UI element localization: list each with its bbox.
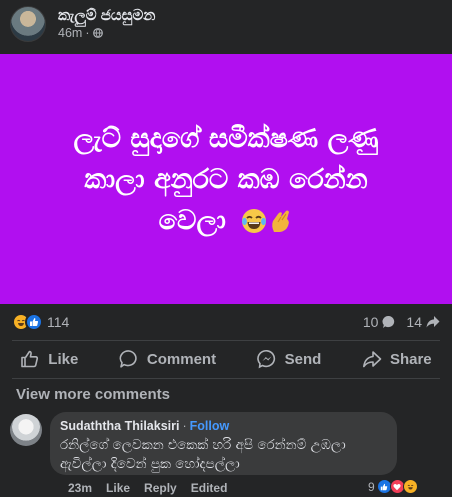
messenger-icon (256, 349, 275, 369)
send-button[interactable]: Send (247, 343, 332, 375)
comment-haha-reaction-icon (402, 479, 418, 494)
comment-button[interactable]: Comment (109, 343, 226, 375)
thumbs-up-icon (21, 350, 39, 368)
post-header: කැලුම් ජයසුමන 46m · (0, 0, 452, 48)
pinched-fingers-emoji-icon (272, 210, 290, 232)
share-icon (362, 351, 382, 368)
commenter-avatar[interactable] (10, 414, 42, 446)
comment-icon (119, 350, 137, 368)
post-time[interactable]: 46m (58, 25, 82, 41)
author-avatar[interactable] (10, 6, 46, 42)
comment-reaction-count: 9 (368, 479, 375, 494)
send-label: Send (284, 350, 322, 368)
share-count-value: 14 (406, 314, 422, 330)
post-image[interactable]: ලැට් සුදාගේ සමීක්ෂණ ලණු කාලා අනුරට කඹ රෙ… (0, 54, 452, 304)
comment-text-line-1: රනිල්ගේ ලෙවකන එකෙක් හරි අපි රෙන්නම් උඹලා (60, 437, 346, 453)
commenter-name[interactable]: Sudaththa Thilaksiri (60, 419, 179, 433)
post-image-line-2: කාලා අනුරට කඹ රෙන්න (84, 163, 368, 195)
comment-edited-label[interactable]: Edited (191, 481, 228, 495)
share-arrow-icon (426, 316, 440, 328)
post-meta: 46m · (58, 25, 155, 41)
comment-reactions[interactable]: 9 (368, 479, 418, 494)
post-actions: Like Comment Send Share (0, 340, 452, 378)
reaction-count: 114 (47, 314, 70, 330)
engagement-counts: 10 14 (363, 314, 440, 330)
share-label: Share (389, 350, 432, 368)
post-stats: 114 10 14 (0, 304, 452, 340)
author-name[interactable]: කැලුම් ජයසුමන (58, 7, 155, 25)
actions-divider (12, 378, 440, 379)
comment-text-line-2: ඇවිල්ලා දිවෙන් පුක හෝදපල්ලා (60, 456, 240, 472)
like-reaction-icon (25, 313, 43, 331)
commenter-separator: · (182, 419, 187, 433)
like-label: Like (48, 350, 79, 368)
post-image-line-3-wrap: වෙලා (159, 200, 294, 241)
reaction-icons (12, 313, 43, 331)
globe-icon (92, 28, 103, 38)
like-button[interactable]: Like (10, 343, 88, 375)
post-image-emojis (241, 208, 293, 234)
post-image-line-1: ලැට් සුදාගේ සමීක්ෂණ ලණු (73, 122, 379, 154)
reaction-summary[interactable]: 114 (12, 313, 69, 331)
follow-link[interactable]: Follow (190, 419, 230, 433)
laughing-tears-emoji-icon (242, 209, 267, 233)
comment-bubble: Sudaththa Thilaksiri · Follow රනිල්ගේ ලෙ… (50, 412, 397, 475)
meta-separator: · (85, 26, 90, 40)
post-header-text: කැලුම් ජයසුමන 46m · (58, 7, 155, 41)
share-count[interactable]: 14 (406, 314, 440, 330)
comment-actions: 23m Like Reply Edited (68, 481, 227, 495)
comment-like-button[interactable]: Like (106, 481, 130, 495)
view-more-comments-link[interactable]: View more comments (16, 386, 170, 403)
comment-count-value: 10 (362, 314, 379, 330)
comment-time[interactable]: 23m (68, 481, 92, 495)
comment-label: Comment (146, 350, 217, 368)
share-button[interactable]: Share (352, 343, 442, 375)
post-image-line-3: වෙලා (158, 204, 226, 236)
comment-reply-button[interactable]: Reply (144, 481, 177, 495)
comment-count[interactable]: 10 (363, 314, 397, 330)
comment-bubble-icon (382, 315, 395, 328)
commenter-row: Sudaththa Thilaksiri · Follow (60, 419, 387, 433)
